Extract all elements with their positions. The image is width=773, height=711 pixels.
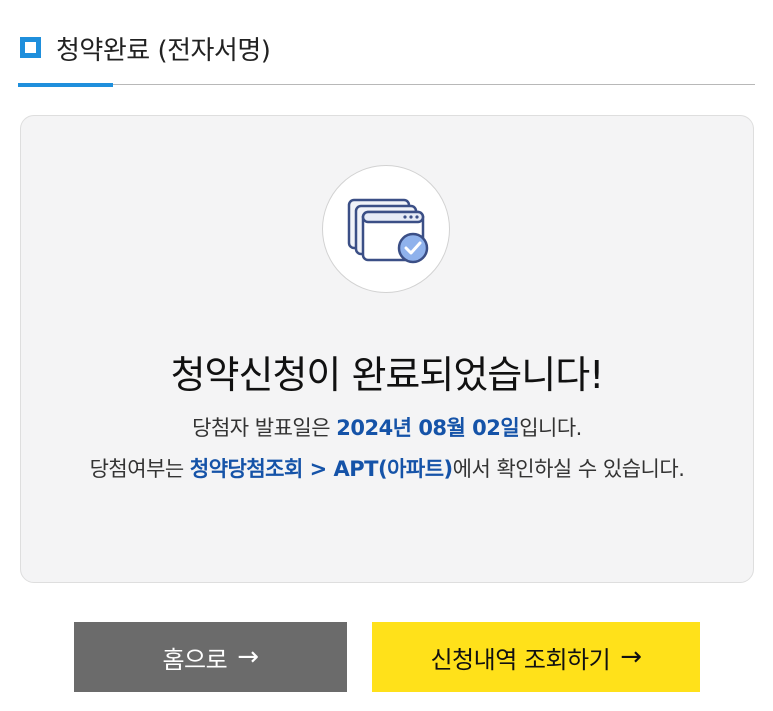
page-header: 청약완료 (전자서명) bbox=[18, 26, 755, 88]
announce-line: 당첨자 발표일은 2024년 08월 02일입니다. bbox=[51, 408, 723, 449]
result-check-line: 당첨여부는 청약당첨조회 > APT(아파트)에서 확인하실 수 있습니다. bbox=[51, 449, 723, 490]
completion-description: 당첨자 발표일은 2024년 08월 02일입니다. 당첨여부는 청약당첨조회 … bbox=[51, 408, 723, 490]
square-bullet-icon bbox=[20, 37, 41, 58]
view-history-button-label: 신청내역 조회하기 bbox=[430, 645, 611, 674]
completion-card: 청약신청이 완료되었습니다! 당첨자 발표일은 2024년 08월 02일입니다… bbox=[20, 115, 754, 583]
header-accent-bar bbox=[18, 83, 113, 87]
announce-suffix: 입니다. bbox=[519, 416, 582, 440]
result-prefix: 당첨여부는 bbox=[89, 457, 190, 481]
home-button-label: 홈으로 bbox=[162, 645, 228, 674]
completion-headline: 청약신청이 완료되었습니다! bbox=[170, 353, 605, 397]
page-title: 청약완료 (전자서명) bbox=[56, 36, 271, 66]
announce-prefix: 당첨자 발표일은 bbox=[192, 416, 337, 440]
icon-badge bbox=[322, 165, 450, 293]
document-check-icon bbox=[347, 198, 429, 264]
menu-path-link[interactable]: 청약당첨조회 > APT(아파트) bbox=[190, 457, 453, 481]
view-history-button[interactable]: 신청내역 조회하기 → bbox=[372, 622, 700, 692]
arrow-right-icon: → bbox=[620, 642, 642, 672]
home-button[interactable]: 홈으로 → bbox=[74, 622, 347, 692]
announce-date: 2024년 08월 02일 bbox=[336, 416, 520, 440]
header-divider bbox=[18, 84, 755, 85]
result-suffix: 에서 확인하실 수 있습니다. bbox=[452, 457, 685, 481]
arrow-right-icon: → bbox=[237, 642, 259, 672]
